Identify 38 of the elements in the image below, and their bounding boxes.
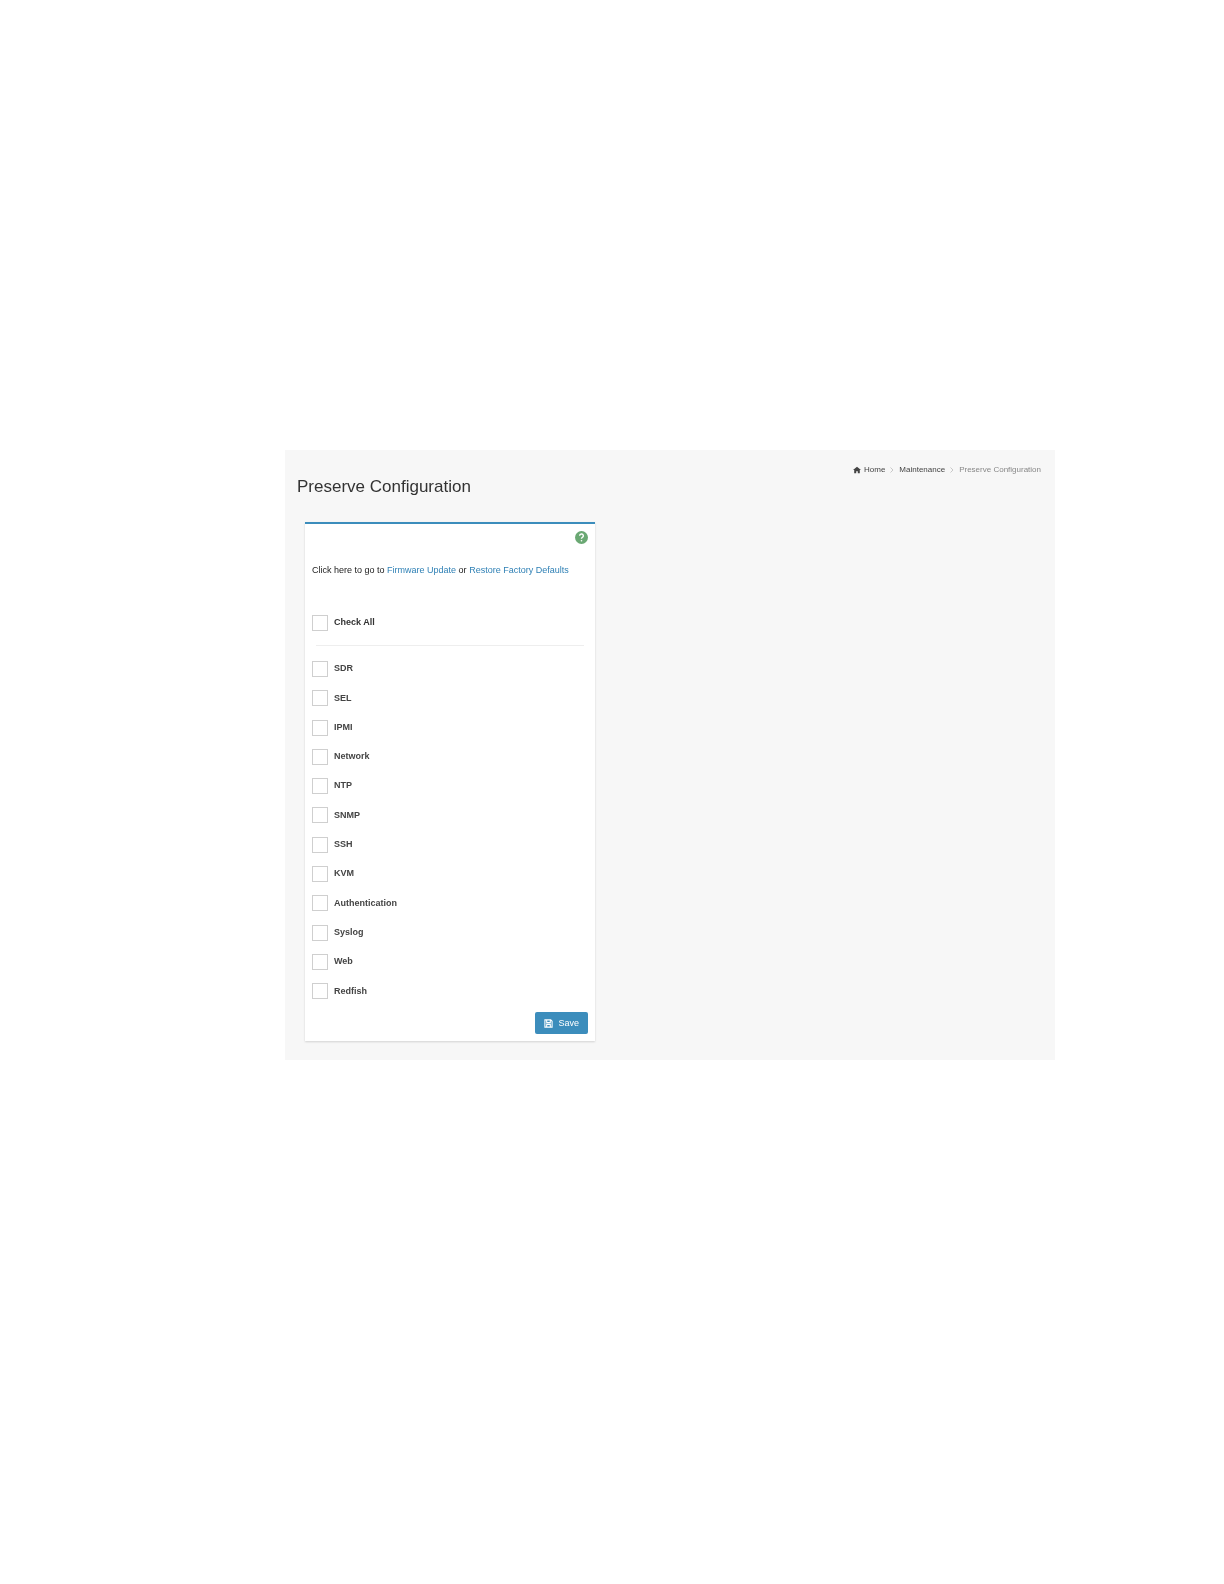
checkbox[interactable] (312, 807, 328, 824)
home-icon (853, 466, 861, 474)
checkbox-label: KVM (334, 867, 354, 881)
checkbox[interactable] (312, 719, 328, 736)
checkbox-label: Check All (334, 616, 375, 630)
checkbox[interactable] (312, 924, 328, 941)
checkbox-label: Network (334, 750, 370, 764)
checkbox-label: Redfish (334, 984, 367, 998)
checkbox[interactable] (312, 983, 328, 1000)
save-button[interactable]: Save (535, 1012, 588, 1035)
checkbox[interactable] (312, 748, 328, 765)
checkbox-label: SSH (334, 838, 353, 852)
checkbox-label: IPMI (334, 720, 353, 734)
help-icon[interactable] (575, 530, 588, 544)
firmware-update-link[interactable]: Firmware Update (387, 564, 457, 575)
restore-defaults-link[interactable]: Restore Factory Defaults (469, 564, 569, 575)
checkbox[interactable] (312, 953, 328, 970)
breadcrumb-link[interactable]: Maintenance (899, 464, 946, 476)
checkbox[interactable] (312, 895, 328, 912)
checkbox-label: SDR (334, 662, 353, 676)
chevron-icon (950, 467, 955, 473)
checkbox[interactable] (312, 661, 328, 677)
checkbox[interactable] (312, 778, 328, 795)
checkbox[interactable] (312, 836, 328, 853)
checkbox-label: Authentication (334, 896, 397, 910)
intro-text: Click here to go to Firmware Update or Restore Factory Defaults (312, 563, 570, 577)
page-title: Preserve Configuration (297, 476, 471, 498)
checkbox-label: Syslog (334, 925, 364, 939)
checkbox[interactable] (312, 866, 328, 883)
checkbox-label: SEL (334, 691, 352, 705)
chevron-icon (890, 467, 895, 473)
checkbox[interactable] (312, 615, 328, 631)
checkbox-label: NTP (334, 779, 352, 793)
checkbox[interactable] (312, 690, 328, 707)
checkbox-label: SNMP (334, 808, 360, 822)
breadcrumb-link[interactable]: Home (853, 464, 886, 476)
checkbox-label: Web (334, 955, 353, 969)
breadcrumb-current: Preserve Configuration (959, 464, 1041, 476)
